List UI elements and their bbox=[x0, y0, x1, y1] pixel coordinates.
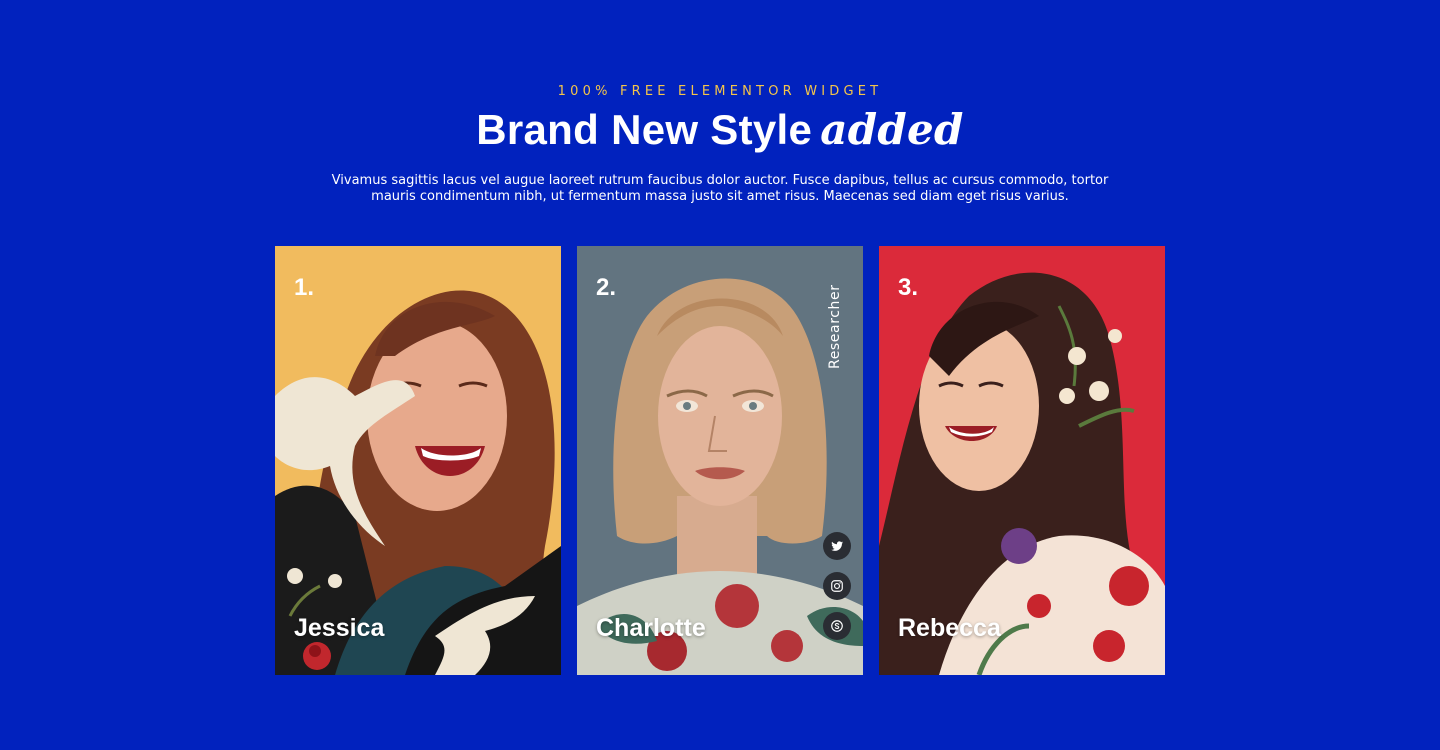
card-number: 3. bbox=[898, 274, 919, 301]
card-number: 2. bbox=[596, 274, 617, 301]
page-title: Brand New Style added bbox=[0, 104, 1440, 156]
card-name[interactable]: Charlotte bbox=[596, 613, 706, 643]
page-title-bold: Brand New Style bbox=[476, 106, 813, 153]
card-name[interactable]: Jessica bbox=[294, 613, 384, 643]
illustrated-portrait-smiling-woman-with-flowers-icon bbox=[879, 246, 1165, 675]
eyebrow-text: 100% FREE ELEMENTOR WIDGET bbox=[557, 84, 883, 99]
team-cards: 1. Jessica 2. Researcher Charlotte 3. Re… bbox=[275, 246, 1165, 675]
instagram-button[interactable] bbox=[823, 572, 851, 600]
team-card-charlotte[interactable]: 2. Researcher Charlotte bbox=[577, 246, 863, 675]
card-role: Researcher bbox=[827, 284, 843, 369]
skype-icon bbox=[831, 620, 843, 632]
illustrated-portrait-laughing-woman-with-doves-icon bbox=[275, 246, 561, 675]
team-card-rebecca[interactable]: 3. Rebecca bbox=[879, 246, 1165, 675]
intro-description: Vivamus sagittis lacus vel augue laoreet… bbox=[331, 173, 1109, 204]
team-card-jessica[interactable]: 1. Jessica bbox=[275, 246, 561, 675]
twitter-icon bbox=[831, 541, 844, 551]
card-name[interactable]: Rebecca bbox=[898, 613, 1001, 643]
twitter-button[interactable] bbox=[823, 532, 851, 560]
card-number: 1. bbox=[294, 274, 315, 301]
instagram-icon bbox=[831, 580, 843, 592]
page-title-italic: added bbox=[820, 105, 964, 154]
skype-button[interactable] bbox=[823, 612, 851, 640]
social-links bbox=[823, 532, 851, 652]
